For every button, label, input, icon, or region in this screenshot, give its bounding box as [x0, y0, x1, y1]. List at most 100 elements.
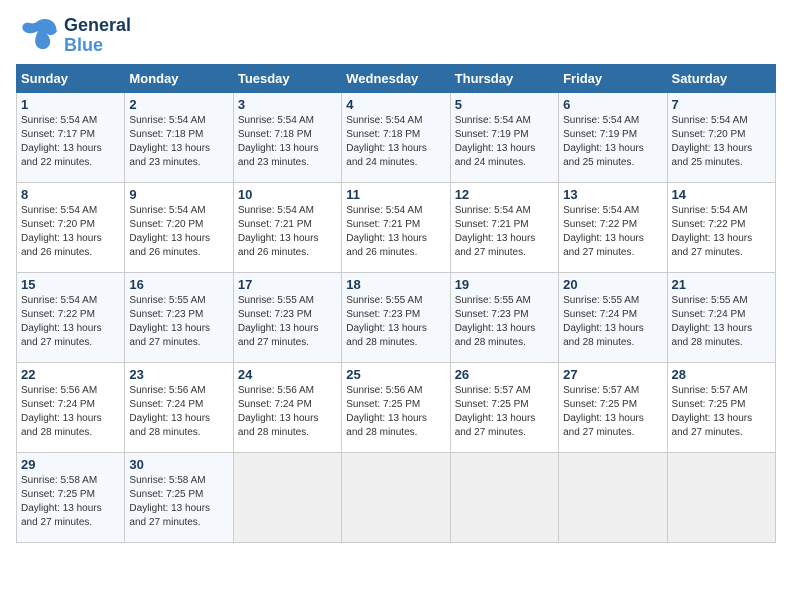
day-info: Sunrise: 5:54 AM Sunset: 7:20 PM Dayligh…: [129, 204, 228, 260]
day-info: Sunrise: 5:58 AM Sunset: 7:25 PM Dayligh…: [129, 474, 228, 530]
calendar-cell: 9 Sunrise: 5:54 AM Sunset: 7:20 PM Dayli…: [125, 182, 233, 272]
logo: General Blue: [16, 16, 131, 56]
day-number: 29: [21, 457, 120, 472]
day-info: Sunrise: 5:55 AM Sunset: 7:23 PM Dayligh…: [346, 294, 445, 350]
day-info: Sunrise: 5:55 AM Sunset: 7:24 PM Dayligh…: [563, 294, 662, 350]
calendar-cell: 13 Sunrise: 5:54 AM Sunset: 7:22 PM Dayl…: [559, 182, 667, 272]
weekday-header-sunday: Sunday: [17, 64, 125, 92]
calendar-cell: 1 Sunrise: 5:54 AM Sunset: 7:17 PM Dayli…: [17, 92, 125, 182]
logo-blue: Blue: [64, 36, 131, 56]
day-info: Sunrise: 5:57 AM Sunset: 7:25 PM Dayligh…: [563, 384, 662, 440]
day-number: 13: [563, 187, 662, 202]
calendar-cell: 26 Sunrise: 5:57 AM Sunset: 7:25 PM Dayl…: [450, 362, 558, 452]
day-number: 25: [346, 367, 445, 382]
day-number: 19: [455, 277, 554, 292]
calendar-cell: [667, 452, 775, 542]
day-number: 26: [455, 367, 554, 382]
calendar-cell: 3 Sunrise: 5:54 AM Sunset: 7:18 PM Dayli…: [233, 92, 341, 182]
calendar-cell: 16 Sunrise: 5:55 AM Sunset: 7:23 PM Dayl…: [125, 272, 233, 362]
calendar-cell: 11 Sunrise: 5:54 AM Sunset: 7:21 PM Dayl…: [342, 182, 450, 272]
day-info: Sunrise: 5:58 AM Sunset: 7:25 PM Dayligh…: [21, 474, 120, 530]
calendar-cell: 20 Sunrise: 5:55 AM Sunset: 7:24 PM Dayl…: [559, 272, 667, 362]
day-number: 22: [21, 367, 120, 382]
header: General Blue: [16, 16, 776, 56]
day-info: Sunrise: 5:56 AM Sunset: 7:24 PM Dayligh…: [238, 384, 337, 440]
day-info: Sunrise: 5:55 AM Sunset: 7:23 PM Dayligh…: [238, 294, 337, 350]
day-number: 17: [238, 277, 337, 292]
calendar-cell: 14 Sunrise: 5:54 AM Sunset: 7:22 PM Dayl…: [667, 182, 775, 272]
logo-icon: [16, 17, 60, 55]
day-number: 16: [129, 277, 228, 292]
day-number: 9: [129, 187, 228, 202]
calendar-cell: 15 Sunrise: 5:54 AM Sunset: 7:22 PM Dayl…: [17, 272, 125, 362]
weekday-header-saturday: Saturday: [667, 64, 775, 92]
day-info: Sunrise: 5:54 AM Sunset: 7:19 PM Dayligh…: [455, 114, 554, 170]
day-info: Sunrise: 5:54 AM Sunset: 7:18 PM Dayligh…: [346, 114, 445, 170]
day-number: 24: [238, 367, 337, 382]
weekday-header-wednesday: Wednesday: [342, 64, 450, 92]
day-number: 7: [672, 97, 771, 112]
day-info: Sunrise: 5:54 AM Sunset: 7:19 PM Dayligh…: [563, 114, 662, 170]
day-number: 18: [346, 277, 445, 292]
day-number: 28: [672, 367, 771, 382]
day-info: Sunrise: 5:56 AM Sunset: 7:24 PM Dayligh…: [21, 384, 120, 440]
week-row-5: 29 Sunrise: 5:58 AM Sunset: 7:25 PM Dayl…: [17, 452, 776, 542]
weekday-header-friday: Friday: [559, 64, 667, 92]
calendar-cell: 4 Sunrise: 5:54 AM Sunset: 7:18 PM Dayli…: [342, 92, 450, 182]
day-info: Sunrise: 5:54 AM Sunset: 7:21 PM Dayligh…: [455, 204, 554, 260]
calendar-cell: 30 Sunrise: 5:58 AM Sunset: 7:25 PM Dayl…: [125, 452, 233, 542]
day-number: 12: [455, 187, 554, 202]
day-number: 5: [455, 97, 554, 112]
calendar-cell: 21 Sunrise: 5:55 AM Sunset: 7:24 PM Dayl…: [667, 272, 775, 362]
day-number: 15: [21, 277, 120, 292]
calendar-cell: 24 Sunrise: 5:56 AM Sunset: 7:24 PM Dayl…: [233, 362, 341, 452]
day-info: Sunrise: 5:56 AM Sunset: 7:25 PM Dayligh…: [346, 384, 445, 440]
calendar-cell: 12 Sunrise: 5:54 AM Sunset: 7:21 PM Dayl…: [450, 182, 558, 272]
day-info: Sunrise: 5:54 AM Sunset: 7:20 PM Dayligh…: [21, 204, 120, 260]
weekday-header-tuesday: Tuesday: [233, 64, 341, 92]
calendar-cell: [450, 452, 558, 542]
calendar-cell: 23 Sunrise: 5:56 AM Sunset: 7:24 PM Dayl…: [125, 362, 233, 452]
calendar-cell: [342, 452, 450, 542]
day-info: Sunrise: 5:56 AM Sunset: 7:24 PM Dayligh…: [129, 384, 228, 440]
day-number: 27: [563, 367, 662, 382]
week-row-1: 1 Sunrise: 5:54 AM Sunset: 7:17 PM Dayli…: [17, 92, 776, 182]
day-info: Sunrise: 5:57 AM Sunset: 7:25 PM Dayligh…: [455, 384, 554, 440]
calendar-cell: 18 Sunrise: 5:55 AM Sunset: 7:23 PM Dayl…: [342, 272, 450, 362]
day-info: Sunrise: 5:55 AM Sunset: 7:23 PM Dayligh…: [455, 294, 554, 350]
logo-general: General: [64, 15, 131, 35]
day-info: Sunrise: 5:54 AM Sunset: 7:21 PM Dayligh…: [346, 204, 445, 260]
day-number: 20: [563, 277, 662, 292]
calendar-cell: 8 Sunrise: 5:54 AM Sunset: 7:20 PM Dayli…: [17, 182, 125, 272]
calendar-cell: 29 Sunrise: 5:58 AM Sunset: 7:25 PM Dayl…: [17, 452, 125, 542]
day-number: 4: [346, 97, 445, 112]
day-number: 1: [21, 97, 120, 112]
day-number: 11: [346, 187, 445, 202]
day-info: Sunrise: 5:54 AM Sunset: 7:22 PM Dayligh…: [563, 204, 662, 260]
day-info: Sunrise: 5:57 AM Sunset: 7:25 PM Dayligh…: [672, 384, 771, 440]
day-number: 10: [238, 187, 337, 202]
day-info: Sunrise: 5:54 AM Sunset: 7:21 PM Dayligh…: [238, 204, 337, 260]
day-info: Sunrise: 5:54 AM Sunset: 7:20 PM Dayligh…: [672, 114, 771, 170]
day-info: Sunrise: 5:54 AM Sunset: 7:18 PM Dayligh…: [238, 114, 337, 170]
day-number: 2: [129, 97, 228, 112]
day-info: Sunrise: 5:55 AM Sunset: 7:24 PM Dayligh…: [672, 294, 771, 350]
day-info: Sunrise: 5:54 AM Sunset: 7:22 PM Dayligh…: [21, 294, 120, 350]
calendar-cell: [559, 452, 667, 542]
week-row-4: 22 Sunrise: 5:56 AM Sunset: 7:24 PM Dayl…: [17, 362, 776, 452]
day-info: Sunrise: 5:55 AM Sunset: 7:23 PM Dayligh…: [129, 294, 228, 350]
calendar-cell: 2 Sunrise: 5:54 AM Sunset: 7:18 PM Dayli…: [125, 92, 233, 182]
calendar-cell: 27 Sunrise: 5:57 AM Sunset: 7:25 PM Dayl…: [559, 362, 667, 452]
weekday-header-row: SundayMondayTuesdayWednesdayThursdayFrid…: [17, 64, 776, 92]
calendar-cell: 6 Sunrise: 5:54 AM Sunset: 7:19 PM Dayli…: [559, 92, 667, 182]
week-row-3: 15 Sunrise: 5:54 AM Sunset: 7:22 PM Dayl…: [17, 272, 776, 362]
calendar-cell: 25 Sunrise: 5:56 AM Sunset: 7:25 PM Dayl…: [342, 362, 450, 452]
day-number: 6: [563, 97, 662, 112]
calendar-cell: 19 Sunrise: 5:55 AM Sunset: 7:23 PM Dayl…: [450, 272, 558, 362]
weekday-header-monday: Monday: [125, 64, 233, 92]
calendar-cell: [233, 452, 341, 542]
day-info: Sunrise: 5:54 AM Sunset: 7:18 PM Dayligh…: [129, 114, 228, 170]
week-row-2: 8 Sunrise: 5:54 AM Sunset: 7:20 PM Dayli…: [17, 182, 776, 272]
day-info: Sunrise: 5:54 AM Sunset: 7:22 PM Dayligh…: [672, 204, 771, 260]
day-number: 14: [672, 187, 771, 202]
